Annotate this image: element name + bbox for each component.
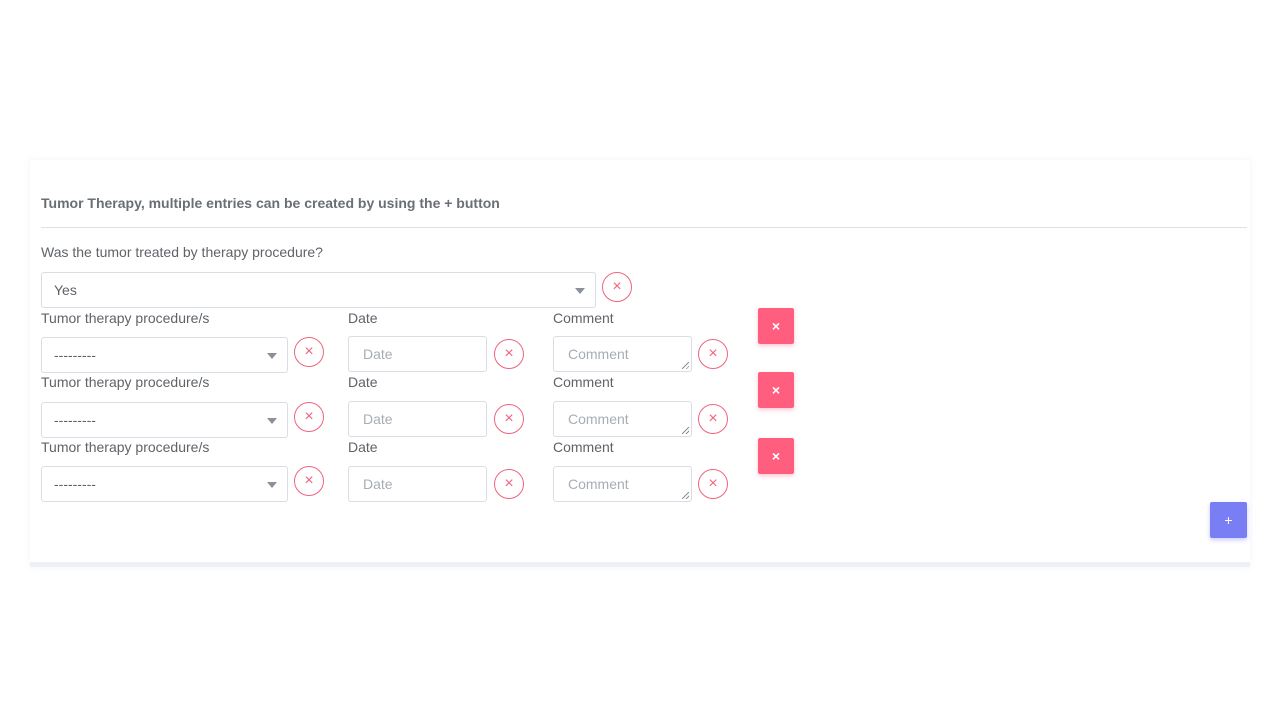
comment-label: Comment xyxy=(553,374,614,390)
clear-comment-button[interactable]: × xyxy=(698,404,728,434)
comment-placeholder: Comment xyxy=(568,476,629,492)
remove-row-button[interactable]: × xyxy=(758,308,794,344)
divider xyxy=(41,227,1247,228)
resize-handle-icon[interactable] xyxy=(682,362,689,369)
remove-row-button[interactable]: × xyxy=(758,372,794,408)
comment-textarea[interactable]: Comment xyxy=(553,466,692,502)
clear-date-button[interactable]: × xyxy=(494,339,524,369)
comment-label: Comment xyxy=(553,439,614,455)
date-input[interactable]: Date xyxy=(348,401,487,437)
date-label: Date xyxy=(348,374,378,390)
procedure-value: --------- xyxy=(54,476,96,492)
date-placeholder: Date xyxy=(363,346,393,362)
add-entry-button[interactable]: + xyxy=(1210,502,1247,538)
comment-textarea[interactable]: Comment xyxy=(553,336,692,372)
close-icon: × xyxy=(771,448,781,464)
remove-row-button[interactable]: × xyxy=(758,438,794,474)
procedure-select[interactable]: --------- xyxy=(41,337,288,373)
close-icon: × xyxy=(771,318,781,334)
date-label: Date xyxy=(348,439,378,455)
clear-procedure-button[interactable]: × xyxy=(294,466,324,496)
procedure-select[interactable]: --------- xyxy=(41,402,288,438)
chevron-down-icon xyxy=(575,288,585,294)
clear-date-button[interactable]: × xyxy=(494,469,524,499)
procedure-label: Tumor therapy procedure/s xyxy=(41,439,210,455)
close-circle-icon: × xyxy=(304,472,314,489)
resize-handle-icon[interactable] xyxy=(682,492,689,499)
tumor-therapy-panel: Tumor Therapy, multiple entries can be c… xyxy=(30,160,1250,567)
clear-date-button[interactable]: × xyxy=(494,404,524,434)
therapy-answer-value: Yes xyxy=(54,282,77,298)
close-circle-icon: × xyxy=(612,278,622,295)
close-circle-icon: × xyxy=(504,345,514,362)
close-icon: × xyxy=(771,382,781,398)
clear-procedure-button[interactable]: × xyxy=(294,402,324,432)
date-input[interactable]: Date xyxy=(348,336,487,372)
chevron-down-icon xyxy=(267,482,277,488)
close-circle-icon: × xyxy=(708,475,718,492)
section-title: Tumor Therapy, multiple entries can be c… xyxy=(41,195,500,211)
procedure-select[interactable]: --------- xyxy=(41,466,288,502)
comment-label: Comment xyxy=(553,310,614,326)
comment-placeholder: Comment xyxy=(568,346,629,362)
chevron-down-icon xyxy=(267,353,277,359)
close-circle-icon: × xyxy=(304,408,314,425)
procedure-value: --------- xyxy=(54,347,96,363)
procedure-value: --------- xyxy=(54,412,96,428)
resize-handle-icon[interactable] xyxy=(682,427,689,434)
therapy-question-label: Was the tumor treated by therapy procedu… xyxy=(41,244,323,260)
date-label: Date xyxy=(348,310,378,326)
close-circle-icon: × xyxy=(708,345,718,362)
clear-procedure-button[interactable]: × xyxy=(294,337,324,367)
close-circle-icon: × xyxy=(304,343,314,360)
comment-placeholder: Comment xyxy=(568,411,629,427)
therapy-answer-select[interactable]: Yes xyxy=(41,272,596,308)
plus-icon: + xyxy=(1224,512,1233,528)
clear-therapy-answer-button[interactable]: × xyxy=(602,272,632,302)
close-circle-icon: × xyxy=(504,410,514,427)
close-circle-icon: × xyxy=(708,410,718,427)
date-placeholder: Date xyxy=(363,476,393,492)
procedure-label: Tumor therapy procedure/s xyxy=(41,310,210,326)
clear-comment-button[interactable]: × xyxy=(698,339,728,369)
chevron-down-icon xyxy=(267,418,277,424)
date-input[interactable]: Date xyxy=(348,466,487,502)
date-placeholder: Date xyxy=(363,411,393,427)
procedure-label: Tumor therapy procedure/s xyxy=(41,374,210,390)
comment-textarea[interactable]: Comment xyxy=(553,401,692,437)
close-circle-icon: × xyxy=(504,475,514,492)
clear-comment-button[interactable]: × xyxy=(698,469,728,499)
